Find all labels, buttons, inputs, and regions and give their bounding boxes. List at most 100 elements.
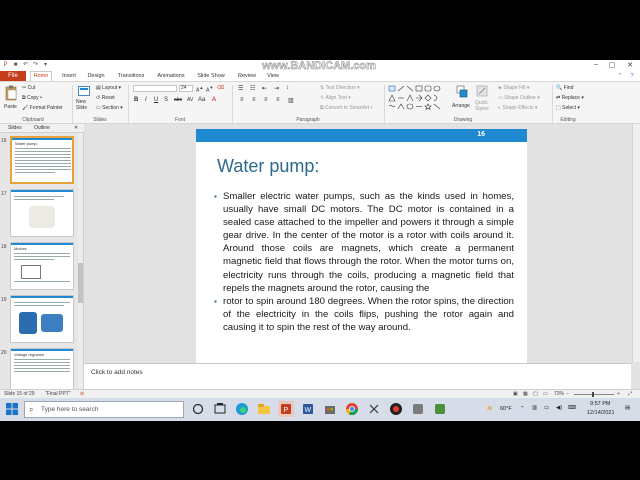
arrange-icon[interactable] [456,85,468,99]
reset-button[interactable]: ↺ Reset [96,95,115,101]
slide-thumbnail[interactable] [10,295,74,343]
increase-indent-button[interactable]: ⇥ [274,85,279,92]
slide-thumbnail[interactable]: Water pump: [10,136,74,184]
customize-quick-access-icon[interactable]: ▾ [42,62,49,69]
new-slide-icon[interactable] [78,85,90,97]
strikethrough-button[interactable]: abc [174,97,182,103]
slide-sorter-icon[interactable]: ▦ [523,391,528,397]
underline-button[interactable]: U [154,97,158,103]
slide-body-text[interactable]: ▪ Smaller electric water pumps, such as … [214,190,514,334]
language-icon[interactable]: ⌨ [568,405,576,411]
task-view-icon[interactable] [212,401,228,417]
notes-pane[interactable]: Click to add notes [84,363,631,389]
font-size-combo[interactable]: 24 [179,85,193,92]
close-button[interactable]: ✕ [624,61,636,69]
zoom-slider-track[interactable] [574,394,614,395]
bullets-button[interactable]: ☰ [238,85,243,92]
align-left-button[interactable]: ≡ [240,97,244,103]
align-text-button[interactable]: ⇳ Align Text ▾ [320,95,351,101]
app-icon[interactable] [410,401,426,417]
zoom-level[interactable]: 73% [554,391,564,397]
volume-icon[interactable]: ◀) [556,405,562,411]
zoom-in-icon[interactable]: + [617,391,620,397]
undo-icon[interactable]: ↶ [22,62,29,69]
copy-button[interactable]: ⧉ Copy ▾ [22,95,42,101]
change-case-button[interactable]: Aa [198,97,205,103]
shadow-button[interactable]: S [164,97,168,103]
italic-button[interactable]: I [145,97,147,103]
slide-scrollbar[interactable] [632,124,640,362]
record-icon[interactable] [388,401,404,417]
reading-view-icon[interactable]: ▢ [533,391,538,397]
char-spacing-button[interactable]: AV [187,97,193,103]
slide-thumbnail[interactable]: Motors: [10,242,74,290]
tab-review[interactable]: Review [236,71,258,81]
close-panel-icon[interactable]: ✕ [74,124,78,133]
replace-button[interactable]: ⇄ Replace ▾ [556,95,584,101]
format-painter-button[interactable]: 🖌 Format Painter [22,105,63,111]
tab-transitions[interactable]: Transitions [115,71,147,81]
cut-button[interactable]: ✂ Cut [22,85,35,91]
align-center-button[interactable]: ≡ [252,97,256,103]
section-button[interactable]: ▭ Section ▾ [96,105,123,111]
tab-design[interactable]: Design [85,71,107,81]
slide-show-icon[interactable]: ▭ [543,391,548,397]
notifications-icon[interactable]: ▤ [625,405,630,411]
taskbar-search-input[interactable]: ⌕ Type here to search [24,401,184,418]
shapes-gallery[interactable] [388,85,448,111]
spellcheck-icon[interactable]: ⊘ [80,391,84,397]
slide-thumbnail[interactable] [10,189,74,237]
quick-styles-icon[interactable] [476,85,488,99]
tab-slides[interactable]: Slides [8,124,22,133]
panel-scroll-thumb[interactable] [78,263,83,303]
find-button[interactable]: 🔍 Find [556,85,573,91]
app-icon[interactable] [432,401,448,417]
file-explorer-icon[interactable] [256,401,272,417]
paste-icon[interactable] [4,85,18,101]
paste-label[interactable]: Paste [4,104,17,110]
powerpoint-taskbar-icon[interactable]: P [278,401,294,417]
chrome-icon[interactable] [344,401,360,417]
minimize-button[interactable]: – [590,61,602,68]
zoom-out-icon[interactable]: − [566,391,569,397]
zoom-slider-handle[interactable] [592,392,594,397]
fit-slide-icon[interactable]: ⤢ [628,391,632,397]
shape-effects-button[interactable]: ◐ Shape Effects ▾ [498,105,537,111]
weather-temperature[interactable]: 60°F [500,406,512,412]
minimize-ribbon-icon[interactable]: ⌃ [616,71,624,81]
tab-insert[interactable]: Insert [58,71,80,81]
tab-slide-show[interactable]: Slide Show [195,71,227,81]
cortana-icon[interactable] [190,401,206,417]
arrange-label[interactable]: Arrange [452,103,470,109]
bold-button[interactable]: B [134,97,138,103]
windows-start-icon[interactable] [4,401,20,417]
new-slide-label[interactable]: New Slide [76,99,94,111]
justify-button[interactable]: ≡ [276,97,280,103]
select-button[interactable]: ⬚ Select ▾ [556,105,580,111]
battery-icon[interactable]: ▭ [544,405,549,411]
maximize-button[interactable]: ▢ [606,61,618,69]
shape-fill-button[interactable]: ◈ Shape Fill ▾ [498,85,529,91]
save-icon[interactable]: ■ [12,62,19,69]
clock-date[interactable]: 12/14/2021 [587,410,615,416]
text-direction-button[interactable]: ⇅ Text Direction ▾ [320,85,360,91]
font-name-combo[interactable] [133,85,177,92]
slide-canvas[interactable]: 16 Water pump: ▪ Smaller electric water … [196,129,527,363]
panel-scrollbar[interactable] [78,133,83,403]
columns-button[interactable]: ▥ [288,97,294,104]
snipping-tool-icon[interactable] [366,401,382,417]
layout-button[interactable]: ▤ Layout ▾ [96,85,121,91]
normal-view-icon[interactable]: ▣ [513,391,518,397]
edge-browser-icon[interactable] [234,401,250,417]
clock-time[interactable]: 9:57 PM [590,401,610,407]
network-icon[interactable]: ▥ [532,405,537,411]
align-right-button[interactable]: ≡ [264,97,268,103]
show-hidden-icons[interactable]: ⌃ [520,406,525,412]
line-spacing-button[interactable]: ↕ [286,85,289,91]
tab-outline[interactable]: Outline [34,124,50,133]
shrink-font-button[interactable]: A▼ [206,85,213,94]
shape-outline-button[interactable]: ▭ Shape Outline ▾ [498,95,540,101]
weather-icon[interactable]: ☀ [486,404,493,413]
store-icon[interactable] [322,401,338,417]
tab-home[interactable]: Home [30,71,52,81]
